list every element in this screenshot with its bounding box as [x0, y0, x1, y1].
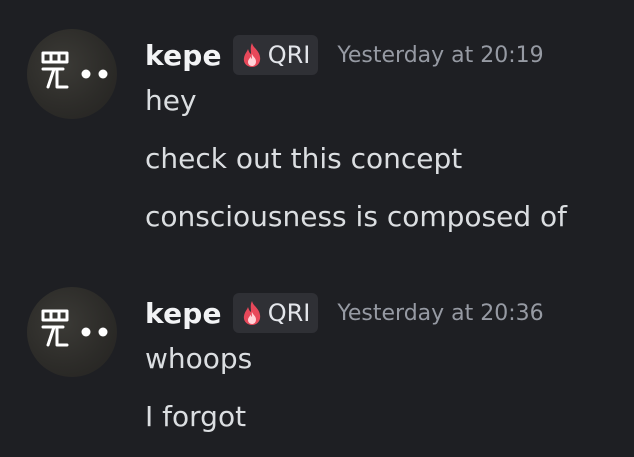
chat-message-list: kepe QRI Yesterday at 20:19 hey check ou…: [0, 0, 634, 457]
avatar[interactable]: [27, 29, 117, 119]
server-tag[interactable]: QRI: [232, 293, 319, 333]
message-text: consciousness is composed of: [145, 200, 567, 233]
fire-icon: [243, 43, 260, 67]
timestamp[interactable]: Yesterday at 20:36: [337, 301, 543, 326]
username[interactable]: kepe: [145, 297, 222, 330]
timestamp[interactable]: Yesterday at 20:19: [337, 43, 543, 68]
message-header: kepe QRI Yesterday at 20:36: [145, 292, 544, 334]
avatar-glyph-icon: [41, 51, 108, 89]
server-tag-label: QRI: [267, 299, 311, 327]
avatar-glyph-icon: [41, 309, 108, 347]
message-header: kepe QRI Yesterday at 20:19: [145, 34, 544, 76]
server-tag[interactable]: QRI: [232, 35, 319, 75]
message-text: I forgot: [145, 400, 247, 433]
message-text: check out this concept: [145, 142, 463, 175]
message-text: hey: [145, 84, 197, 117]
fire-icon: [243, 301, 260, 325]
message-text: whoops: [145, 342, 253, 375]
avatar[interactable]: [27, 287, 117, 377]
server-tag-label: QRI: [267, 41, 311, 69]
username[interactable]: kepe: [145, 39, 222, 72]
